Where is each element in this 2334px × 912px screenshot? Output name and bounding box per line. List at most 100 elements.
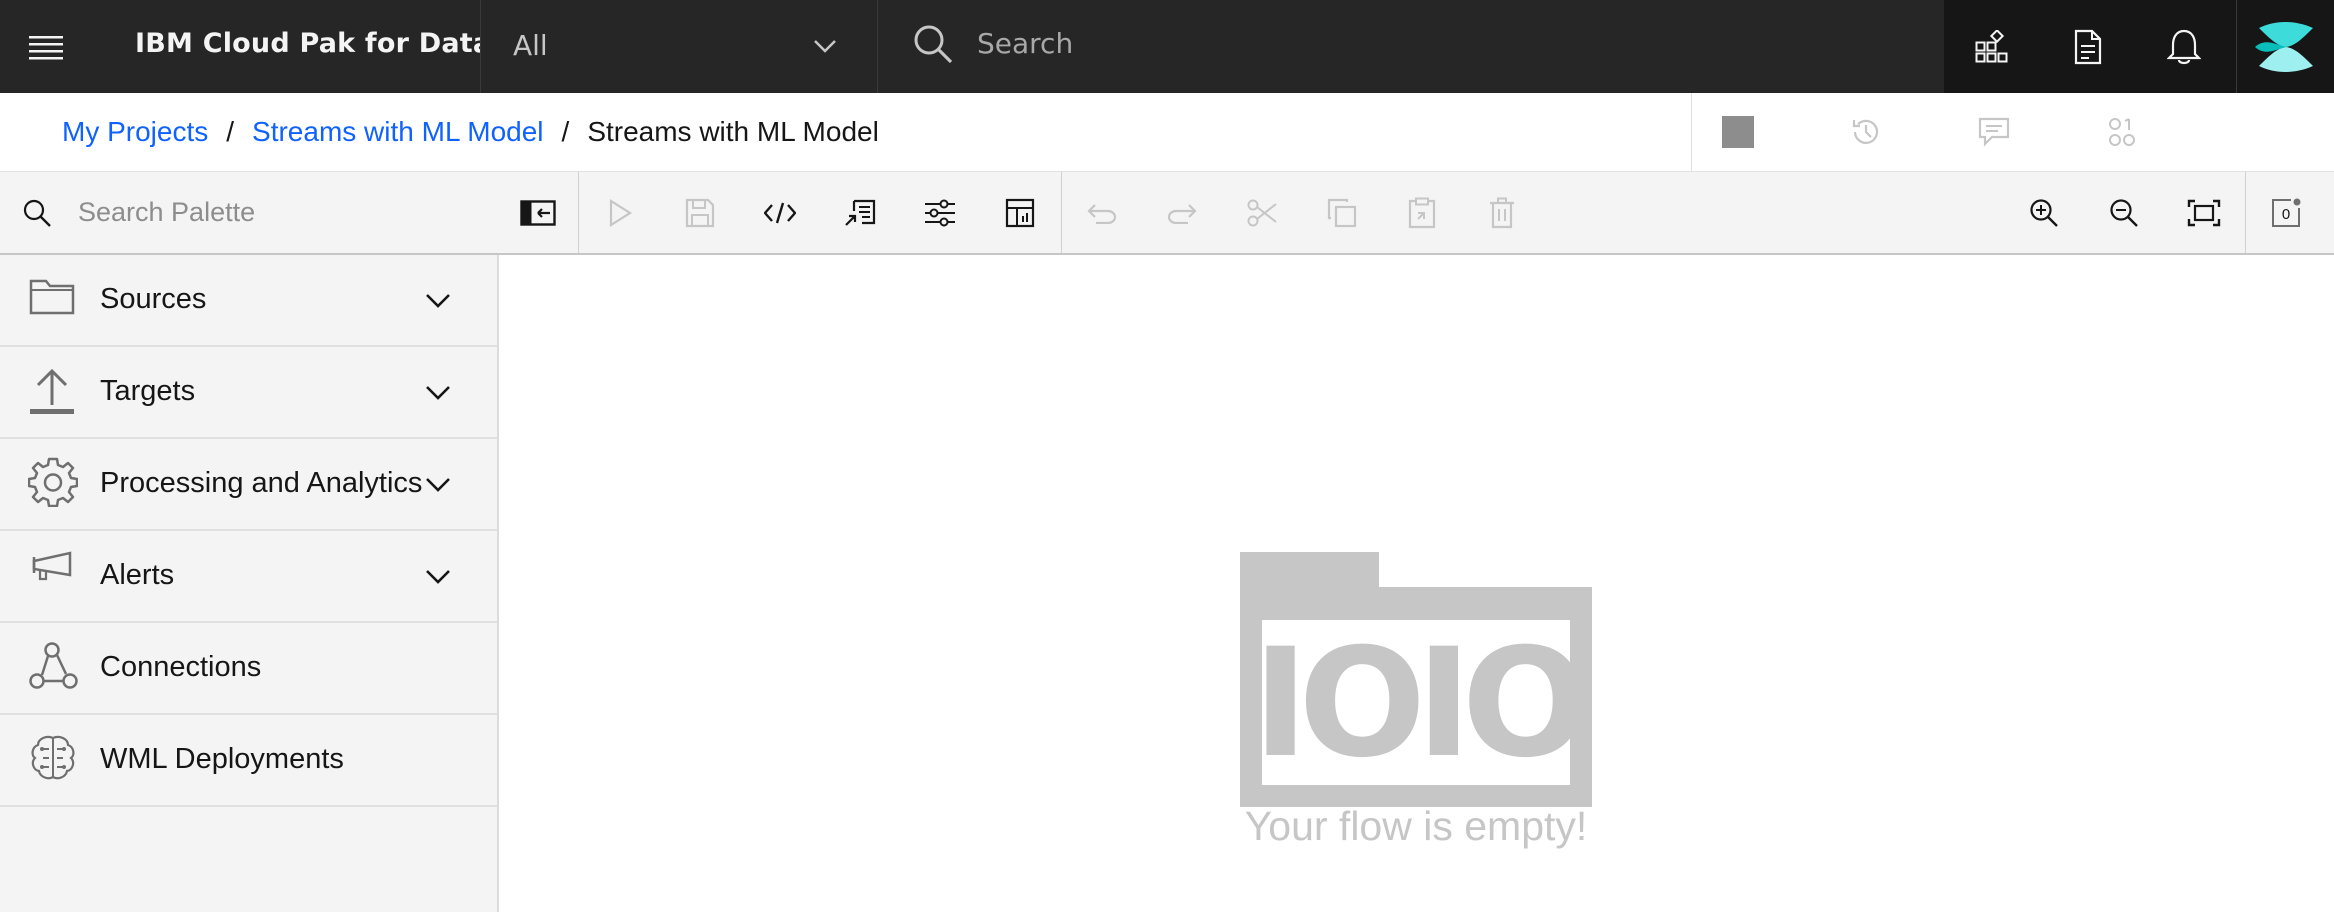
delete-button[interactable]: [1462, 172, 1542, 253]
palette-category-targets[interactable]: Targets: [0, 347, 497, 439]
palette-category-label: Processing and Analytics: [100, 467, 423, 499]
chevron-down-icon: [425, 379, 451, 405]
switcher-button[interactable]: [1944, 0, 2040, 93]
toolbar-divider: [578, 172, 579, 253]
breadcrumb-current-flow: Streams with ML Model: [587, 116, 879, 147]
palette-category-label: Sources: [100, 283, 207, 315]
breadcrumb-separator: /: [561, 116, 570, 147]
redo-button[interactable]: [1142, 172, 1222, 253]
cut-icon: [1247, 199, 1277, 226]
breadcrumb: My Projects / Streams with ML Model / St…: [62, 93, 879, 171]
search-icon: [22, 198, 52, 228]
metrics-icon: [2109, 118, 2135, 146]
palette-search-input[interactable]: Search Palette: [0, 172, 500, 253]
chevron-down-icon: [425, 563, 451, 589]
upload-icon: [28, 365, 80, 417]
megaphone-icon: [28, 549, 80, 601]
palette-category-wml-deployments[interactable]: WML Deployments: [0, 715, 497, 807]
stop-icon: [1722, 116, 1754, 148]
undo-button[interactable]: [1062, 172, 1142, 253]
copy-button[interactable]: [1302, 172, 1382, 253]
export-button[interactable]: [820, 172, 900, 253]
product-name[interactable]: IBM Cloud Pak for Data: [135, 0, 491, 88]
undo-icon: [1087, 203, 1117, 224]
fit-to-screen-button[interactable]: [2164, 172, 2244, 253]
notifications-button[interactable]: [2136, 0, 2232, 93]
global-header: IBM Cloud Pak for Data All Search: [0, 0, 2334, 93]
palette-search-placeholder: Search Palette: [78, 197, 256, 227]
palette-category-label: Alerts: [100, 559, 175, 591]
palette-category-alerts[interactable]: Alerts: [0, 531, 497, 623]
switcher-icon: [1975, 29, 2008, 62]
search-icon: [911, 22, 955, 66]
flow-canvas[interactable]: IOIO Your flow is empty!: [499, 255, 2334, 912]
empty-flow-graphic-text: IOIO: [1253, 617, 1582, 791]
breadcrumb-bar: My Projects / Streams with ML Model / St…: [0, 93, 2334, 172]
paste-icon: [1408, 197, 1436, 228]
zoom-out-button[interactable]: [2084, 172, 2164, 253]
metrics-panel-button[interactable]: [980, 172, 1060, 253]
empty-flow-folder-icon: IOIO: [1240, 552, 1592, 812]
breadcrumb-link-project[interactable]: Streams with ML Model: [252, 116, 544, 148]
flow-actions: [1691, 93, 2334, 171]
comments-button[interactable]: [1954, 93, 2034, 171]
palette-category-processing-and-analytics[interactable]: Processing and Analytics: [0, 439, 497, 531]
global-search-placeholder: Search: [977, 27, 1074, 60]
header-actions: [1944, 0, 2236, 93]
zoom-out-icon: [2110, 198, 2138, 227]
run-icon: [609, 198, 633, 227]
export-icon: [845, 199, 876, 226]
notification-count-button[interactable]: 0: [2246, 172, 2326, 253]
folder-icon: [28, 273, 80, 325]
collapse-palette-button[interactable]: [498, 172, 578, 253]
zoom-in-button[interactable]: [2004, 172, 2084, 253]
notification-icon: [2167, 29, 2201, 64]
code-button[interactable]: [740, 172, 820, 253]
palette-category-connections[interactable]: Connections: [0, 623, 497, 715]
comment-icon: [1978, 117, 2010, 147]
run-button[interactable]: [580, 172, 660, 253]
paste-button[interactable]: [1382, 172, 1462, 253]
settings-icon: [925, 199, 955, 226]
zoom-in-icon: [2030, 198, 2058, 227]
metrics-panel-icon: [1005, 198, 1035, 227]
delete-icon: [1490, 197, 1514, 228]
global-search-input[interactable]: Search: [879, 0, 1943, 93]
notification-counter-icon: 0: [2272, 198, 2301, 227]
fit-to-screen-icon: [2187, 199, 2221, 226]
hamburger-menu-button[interactable]: [0, 0, 92, 93]
palette-category-label: Connections: [100, 651, 262, 683]
metrics-button[interactable]: [2082, 93, 2162, 171]
scope-dropdown[interactable]: All: [480, 0, 878, 93]
breadcrumb-separator: /: [226, 116, 235, 147]
settings-button[interactable]: [900, 172, 980, 253]
user-avatar-button[interactable]: [2236, 0, 2334, 93]
save-button[interactable]: [660, 172, 740, 253]
document-icon: [2074, 29, 2102, 64]
connections-icon: [28, 641, 80, 693]
history-icon: [1852, 119, 1879, 144]
notification-count-label: 0: [2282, 206, 2290, 223]
code-icon: [764, 202, 796, 223]
chevron-down-icon: [813, 34, 837, 58]
documentation-button[interactable]: [2040, 0, 2136, 93]
copy-icon: [1327, 198, 1357, 227]
palette-category-sources[interactable]: Sources: [0, 255, 497, 347]
chevron-down-icon: [425, 471, 451, 497]
avatar-icon: [2254, 16, 2316, 77]
stop-button[interactable]: [1698, 93, 1778, 171]
menu-icon: [29, 35, 63, 59]
palette-category-label: WML Deployments: [100, 743, 344, 775]
chevron-down-icon: [425, 287, 451, 313]
brain-icon: [28, 733, 80, 785]
cut-button[interactable]: [1222, 172, 1302, 253]
history-button[interactable]: [1826, 93, 1906, 171]
scope-dropdown-value: All: [513, 29, 548, 62]
empty-flow-message: Your flow is empty!: [1244, 803, 1588, 849]
breadcrumb-link-my-projects[interactable]: My Projects: [62, 116, 208, 148]
collapse-palette-icon: [520, 199, 556, 226]
save-icon: [685, 198, 715, 227]
redo-icon: [1167, 203, 1197, 224]
gear-icon: [28, 457, 80, 509]
node-palette: Sources Targets Processing and Analytics…: [0, 255, 499, 912]
